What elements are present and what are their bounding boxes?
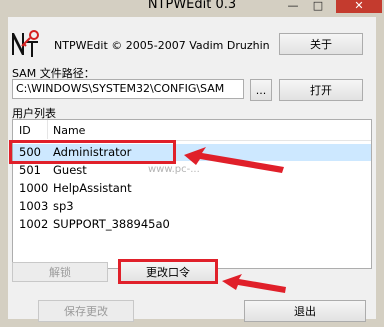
row-name: sp3 bbox=[53, 199, 74, 213]
minimize-button[interactable]: — bbox=[283, 0, 303, 13]
unlock-button[interactable]: 解锁 bbox=[12, 262, 108, 282]
row-id: 501 bbox=[19, 163, 41, 177]
row-id: 1000 bbox=[19, 181, 49, 195]
app-info-text: NTPWEdit © 2005-2007 Vadim Druzhin bbox=[54, 39, 270, 52]
table-row[interactable]: 1000 HelpAssistant bbox=[13, 180, 371, 197]
save-changes-button[interactable]: 保存更改 bbox=[38, 300, 134, 322]
row-name: SUPPORT_388945a0 bbox=[53, 217, 170, 231]
sam-path-input[interactable]: C:\WINDOWS\SYSTEM32\CONFIG\SAM bbox=[12, 79, 244, 99]
table-row[interactable]: 1003 sp3 bbox=[13, 198, 371, 215]
row-id: 1002 bbox=[19, 217, 49, 231]
exit-button[interactable]: 退出 bbox=[244, 300, 366, 322]
browse-button[interactable]: ... bbox=[250, 79, 272, 101]
annotation-box-admin-row bbox=[9, 140, 176, 164]
column-header-name[interactable]: Name bbox=[53, 124, 85, 137]
close-button[interactable]: ✕ bbox=[336, 0, 382, 13]
about-button[interactable]: 关于 bbox=[279, 33, 363, 55]
annotation-arrow-icon bbox=[184, 147, 284, 173]
maximize-button[interactable]: □ bbox=[306, 0, 330, 13]
column-divider bbox=[47, 120, 48, 139]
annotation-box-change-button bbox=[118, 259, 218, 284]
column-header-id[interactable]: ID bbox=[19, 124, 31, 137]
title-bar: NTPWEdit 0.3 — □ ✕ bbox=[0, 0, 384, 17]
annotation-arrow-icon bbox=[222, 274, 286, 293]
row-id: 1003 bbox=[19, 199, 49, 213]
ntpwedit-logo-icon bbox=[12, 30, 39, 57]
open-button[interactable]: 打开 bbox=[279, 79, 363, 101]
row-name: Guest bbox=[53, 163, 87, 177]
row-name: HelpAssistant bbox=[53, 181, 132, 195]
table-row[interactable]: 1002 SUPPORT_388945a0 bbox=[13, 216, 371, 233]
dialog-body: NTPWEdit © 2005-2007 Vadim Druzhin 关于 SA… bbox=[8, 17, 376, 322]
list-header: ID Name bbox=[13, 120, 371, 141]
